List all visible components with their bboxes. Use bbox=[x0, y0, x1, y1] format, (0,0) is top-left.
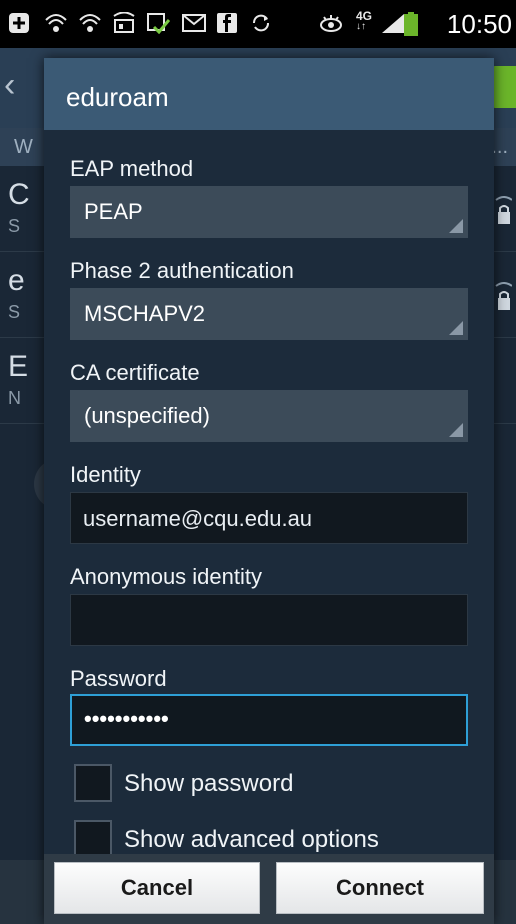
wifi-toggle[interactable] bbox=[492, 66, 516, 108]
show-advanced-checkbox[interactable] bbox=[74, 820, 112, 858]
anonymous-identity-field[interactable] bbox=[70, 594, 468, 646]
wifi-lock-icon bbox=[495, 196, 512, 224]
cancel-button[interactable]: Cancel bbox=[54, 862, 260, 914]
gmail-icon bbox=[182, 12, 206, 34]
dropdown-corner-icon bbox=[449, 423, 463, 437]
back-chevron-icon[interactable]: ‹ bbox=[4, 66, 15, 105]
password-value: ••••••••••• bbox=[84, 706, 169, 731]
dropdown-corner-icon bbox=[449, 219, 463, 233]
eap-method-value: PEAP bbox=[84, 199, 143, 224]
phase2-auth-value: MSCHAPV2 bbox=[84, 301, 206, 326]
dialog-title: eduroam bbox=[66, 82, 169, 112]
phase2-auth-label: Phase 2 authentication bbox=[70, 258, 294, 283]
wifi-calling-icon bbox=[44, 12, 68, 34]
identity-field[interactable]: username@cqu.edu.au bbox=[70, 492, 468, 544]
show-password-checkbox[interactable] bbox=[74, 764, 112, 802]
ca-certificate-dropdown[interactable]: (unspecified) bbox=[70, 390, 468, 442]
network-name: E bbox=[8, 350, 29, 383]
ca-certificate-value: (unspecified) bbox=[84, 403, 210, 428]
network-status: N bbox=[8, 388, 21, 408]
password-field[interactable]: ••••••••••• bbox=[70, 694, 468, 746]
password-label: Password bbox=[70, 666, 167, 691]
anonymous-identity-label: Anonymous identity bbox=[70, 564, 262, 589]
eap-method-dropdown[interactable]: PEAP bbox=[70, 186, 468, 238]
wifi-lock-icon bbox=[495, 282, 512, 310]
dialog-button-bar: Cancel Connect bbox=[44, 854, 494, 924]
wifi-calling-icon bbox=[78, 12, 102, 34]
signal-icon bbox=[380, 12, 406, 34]
background-subheader-left: W bbox=[14, 136, 33, 158]
status-bar: 4G ↓↑ 10:50 bbox=[0, 0, 516, 48]
smart-stay-eye-icon bbox=[318, 12, 344, 34]
network-name: e bbox=[8, 264, 25, 297]
connect-button[interactable]: Connect bbox=[276, 862, 484, 914]
network-name: C bbox=[8, 178, 30, 211]
network-config-dialog: eduroam EAP method PEAP Phase 2 authenti… bbox=[44, 58, 494, 924]
dialog-title-bar: eduroam bbox=[44, 58, 494, 130]
show-advanced-label: Show advanced options bbox=[124, 826, 379, 853]
clock: 10:50 bbox=[446, 9, 512, 39]
sync-icon bbox=[250, 12, 272, 34]
add-icon bbox=[8, 12, 30, 34]
identity-value: username@cqu.edu.au bbox=[83, 506, 313, 531]
download-done-icon bbox=[146, 12, 171, 35]
battery-icon bbox=[404, 12, 418, 36]
dropdown-corner-icon bbox=[449, 321, 463, 335]
show-password-label: Show password bbox=[124, 770, 294, 797]
eap-method-label: EAP method bbox=[70, 156, 194, 181]
identity-label: Identity bbox=[70, 462, 141, 487]
network-status: S bbox=[8, 302, 21, 322]
phase2-auth-dropdown[interactable]: MSCHAPV2 bbox=[70, 288, 468, 340]
network-4g-icon: 4G ↓↑ bbox=[356, 9, 373, 32]
sim-icon bbox=[112, 11, 136, 34]
facebook-icon bbox=[216, 12, 238, 34]
network-status: S bbox=[8, 216, 21, 236]
ca-certificate-label: CA certificate bbox=[70, 360, 200, 385]
